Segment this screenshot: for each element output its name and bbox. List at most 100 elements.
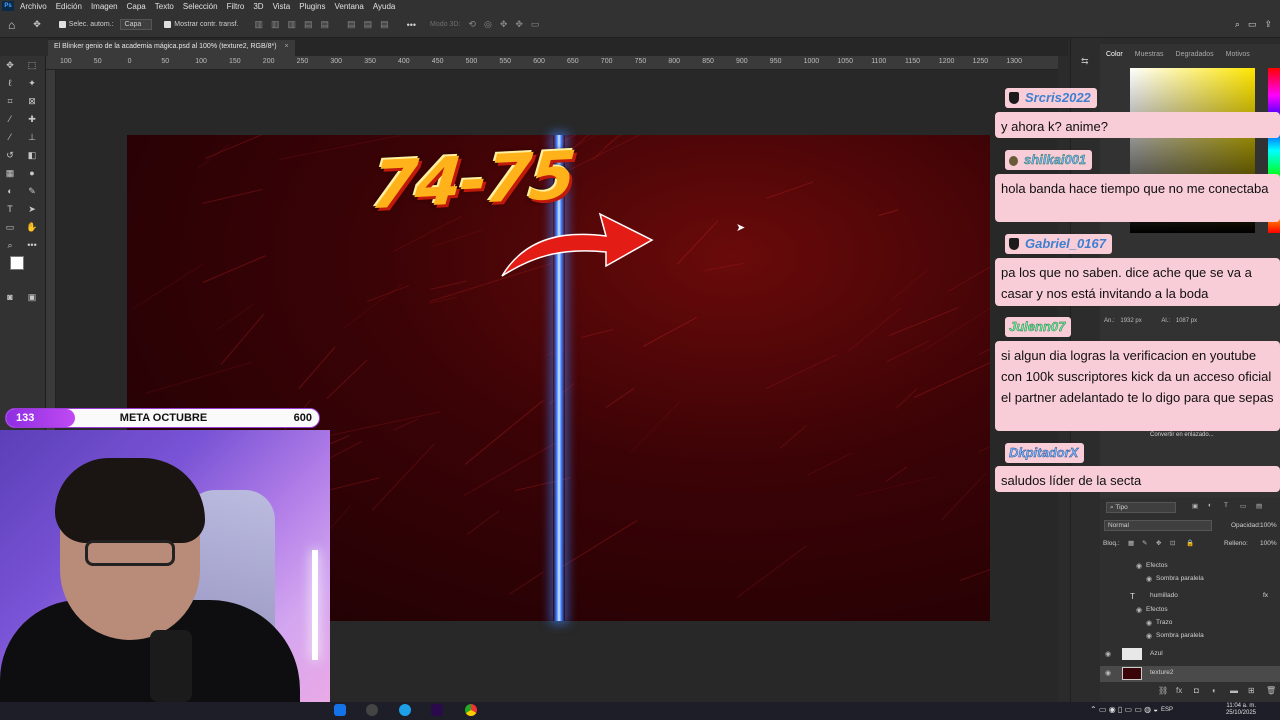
eye-icon[interactable]: ◉ <box>1105 669 1111 677</box>
tab-degradados[interactable]: Degradados <box>1176 51 1214 58</box>
distribute-icon[interactable]: ▤ <box>347 19 356 30</box>
align-left-icon[interactable]: ▥ <box>254 19 263 30</box>
language-indicator[interactable]: ESP <box>1161 707 1173 713</box>
screen-mode-icon[interactable]: ▣ <box>26 292 38 302</box>
menu-capa[interactable]: Capa <box>127 2 146 11</box>
menu-3d[interactable]: 3D <box>253 2 263 11</box>
menu-seleccion[interactable]: Selección <box>183 2 218 11</box>
eye-icon[interactable]: ◉ <box>1146 575 1152 583</box>
blend-mode-dropdown[interactable]: Normal <box>1104 520 1212 531</box>
frame-tool-icon[interactable]: ⊠ <box>26 96 38 106</box>
home-icon[interactable]: ⌂ <box>8 18 15 32</box>
filter-adjust-icon[interactable]: ◐ <box>1208 502 1212 509</box>
align-top-icon[interactable]: ▤ <box>304 19 313 30</box>
workspace-icon[interactable]: ▭ <box>1248 19 1257 30</box>
stamp-tool-icon[interactable]: ⊥ <box>26 132 38 142</box>
lock-position-icon[interactable]: ✥ <box>1156 539 1161 547</box>
layer-filter-dropdown[interactable]: ⌕ Tipo <box>1106 502 1176 513</box>
fill-value[interactable]: 100% <box>1260 540 1277 547</box>
lasso-tool-icon[interactable]: ℓ <box>4 78 16 88</box>
menu-archivo[interactable]: Archivo <box>20 2 47 11</box>
gradient-tool-icon[interactable]: ▦ <box>4 168 16 178</box>
fx-icon[interactable]: fx <box>1263 592 1268 599</box>
eye-icon[interactable]: ◉ <box>1136 606 1142 614</box>
opacity-value[interactable]: 100% <box>1260 522 1277 529</box>
zoom-tool-icon[interactable]: ⌕ <box>4 240 16 250</box>
search-icon[interactable]: ⌕ <box>1235 19 1240 30</box>
layer-select-dropdown[interactable]: Capa <box>119 19 153 30</box>
tab-color[interactable]: Color <box>1106 51 1123 58</box>
foreground-color-swatch[interactable] <box>10 256 24 270</box>
history-icon[interactable]: ⇆ <box>1081 56 1089 67</box>
move-tool-icon[interactable]: ✥ <box>33 19 41 30</box>
distribute-v-icon[interactable]: ▤ <box>364 19 373 30</box>
tab-muestras[interactable]: Muestras <box>1135 51 1164 58</box>
new-group-icon[interactable]: ▬ <box>1230 686 1238 695</box>
more-options-icon[interactable]: ••• <box>407 20 416 30</box>
filter-pixel-icon[interactable]: ▣ <box>1192 502 1198 510</box>
fx-icon[interactable]: fx <box>1176 686 1182 695</box>
align-center-icon[interactable]: ▥ <box>271 19 280 30</box>
more-tools-icon[interactable]: ••• <box>26 240 38 250</box>
photoshop-app-icon[interactable] <box>334 704 346 716</box>
auto-select-checkbox[interactable] <box>58 21 66 28</box>
distribute-h-icon[interactable]: ▤ <box>380 19 389 30</box>
tray-icons[interactable]: ⌃ ▭ ◉ ▯ ▭ ▭ ◍ ◒ <box>1090 705 1158 714</box>
filter-shape-icon[interactable]: ▭ <box>1240 502 1246 510</box>
width-value[interactable]: 1932 px <box>1120 318 1141 324</box>
close-icon[interactable]: × <box>285 43 289 50</box>
height-value[interactable]: 1087 px <box>1176 318 1197 324</box>
chrome-app-icon[interactable] <box>465 704 477 716</box>
orbit-3d-icon[interactable]: ⟲ <box>468 19 476 30</box>
layer-row-texture2[interactable]: ◉ texture2 <box>1100 666 1280 682</box>
magic-wand-icon[interactable]: ✦ <box>26 78 38 88</box>
align-right-icon[interactable]: ▥ <box>288 19 297 30</box>
document-tab[interactable]: El Blinker genio de la academia mágica.p… <box>48 40 295 56</box>
lock-artboard-icon[interactable]: ⊡ <box>1170 539 1175 547</box>
share-icon[interactable]: ⇪ <box>1264 19 1272 30</box>
menu-edicion[interactable]: Edición <box>56 2 82 11</box>
quick-mask-icon[interactable]: ◙ <box>4 292 16 302</box>
menu-texto[interactable]: Texto <box>155 2 174 11</box>
menu-ayuda[interactable]: Ayuda <box>373 2 396 11</box>
marquee-tool-icon[interactable]: ⬚ <box>26 60 38 70</box>
move-tool-icon[interactable]: ✥ <box>4 60 16 70</box>
lock-all-icon[interactable]: 🔒 <box>1186 539 1194 547</box>
eye-icon[interactable]: ◉ <box>1105 650 1111 658</box>
show-transform-checkbox[interactable] <box>164 21 172 28</box>
hand-tool-icon[interactable]: ✋ <box>26 222 38 232</box>
slide-3d-icon[interactable]: ✥ <box>515 19 523 30</box>
lock-pixels-icon[interactable]: ✎ <box>1142 539 1147 547</box>
layer-row-azul[interactable]: ◉ Azul <box>1100 648 1280 662</box>
menu-plugins[interactable]: Plugins <box>299 2 325 11</box>
pan-3d-icon[interactable]: ✥ <box>500 19 508 30</box>
pen-tool-icon[interactable]: ✎ <box>26 186 38 196</box>
eye-icon[interactable]: ◉ <box>1146 632 1152 640</box>
menu-vista[interactable]: Vista <box>273 2 291 11</box>
add-mask-icon[interactable]: ◘ <box>1194 686 1199 695</box>
lock-transparent-icon[interactable]: ▦ <box>1128 539 1134 547</box>
menu-filtro[interactable]: Filtro <box>227 2 245 11</box>
dodge-tool-icon[interactable]: ◐ <box>4 186 16 196</box>
filter-type-icon[interactable]: T <box>1224 502 1228 509</box>
path-select-icon[interactable]: ➤ <box>26 204 38 214</box>
edge-app-icon[interactable] <box>399 704 411 716</box>
roll-3d-icon[interactable]: ◎ <box>484 19 492 30</box>
new-layer-icon[interactable]: ⊞ <box>1248 686 1255 695</box>
scale-3d-icon[interactable]: ▭ <box>531 19 540 30</box>
filter-smart-icon[interactable]: ▤ <box>1256 502 1262 510</box>
blur-tool-icon[interactable]: ● <box>26 168 38 178</box>
premiere-app-icon[interactable] <box>431 704 443 716</box>
text-tool-icon[interactable]: T <box>4 204 16 214</box>
eraser-tool-icon[interactable]: ◧ <box>26 150 38 160</box>
tab-motivos[interactable]: Motivos <box>1226 51 1250 58</box>
align-middle-icon[interactable]: ▤ <box>321 19 330 30</box>
adjustment-layer-icon[interactable]: ◐ <box>1212 686 1217 695</box>
history-brush-icon[interactable]: ↺ <box>4 150 16 160</box>
crop-tool-icon[interactable]: ⌗ <box>4 96 16 106</box>
eyedropper-icon[interactable]: ⁄ <box>4 114 16 124</box>
eye-icon[interactable]: ◉ <box>1146 619 1152 627</box>
rectangle-tool-icon[interactable]: ▭ <box>4 222 16 232</box>
brush-tool-icon[interactable]: ⁄ <box>4 132 16 142</box>
clock[interactable]: 11:04 a. m. 25/10/2025 <box>1226 703 1256 717</box>
